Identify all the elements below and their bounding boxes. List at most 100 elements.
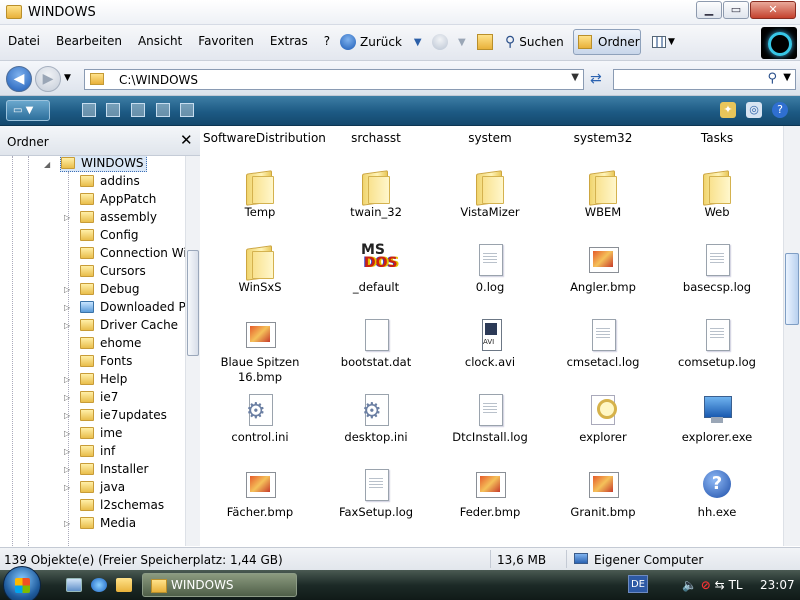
forward-dropdown-icon[interactable]: ▼ — [458, 37, 466, 48]
file-item-label[interactable]: SoftwareDistribution — [203, 131, 326, 145]
expand-arrow-icon[interactable]: ▷ — [64, 447, 70, 456]
file-item[interactable]: WBEM — [546, 168, 660, 243]
network-icon[interactable]: ⇆ — [715, 578, 725, 592]
expand-arrow-icon[interactable]: ▷ — [64, 375, 70, 384]
menu-bearbeiten[interactable]: Bearbeiten — [48, 34, 130, 48]
tree-item[interactable]: Cursors — [80, 262, 146, 280]
expand-arrow-icon[interactable]: ▷ — [64, 411, 70, 420]
file-item-label[interactable]: system — [433, 131, 547, 145]
search-input[interactable]: ⚲ ▼ — [613, 69, 796, 90]
back-button[interactable]: Zurück ▼ — [340, 29, 422, 55]
taskbar-window-button[interactable]: WINDOWS — [142, 573, 297, 597]
file-item[interactable]: 0.log — [433, 243, 547, 318]
file-item[interactable]: MS DOS _default — [319, 243, 433, 318]
nav-history-dropdown-icon[interactable]: ▼ — [64, 73, 71, 83]
file-item-label[interactable]: system32 — [546, 131, 660, 145]
volume-icon[interactable]: 🔈 — [682, 578, 697, 592]
internet-explorer-icon[interactable] — [91, 578, 107, 592]
folders-button[interactable]: Ordner — [573, 29, 641, 55]
file-item[interactable]: cmsetacl.log — [546, 318, 660, 393]
file-item[interactable]: Fächer.bmp — [203, 468, 317, 543]
scrollbar-thumb[interactable] — [187, 250, 199, 356]
clock[interactable]: 23:07 — [760, 578, 795, 592]
layout-view-button[interactable]: ▭ ▼ — [6, 100, 50, 121]
tree-item[interactable]: java — [80, 478, 125, 496]
file-item[interactable]: Blaue Spitzen 16.bmp — [203, 318, 317, 393]
tree-item[interactable]: addins — [80, 172, 140, 190]
expand-arrow-icon[interactable]: ▷ — [64, 465, 70, 474]
file-item[interactable]: hh.exe — [660, 468, 774, 543]
nav-back-button[interactable]: ◀ — [6, 66, 32, 92]
menu-datei[interactable]: Datei — [0, 34, 48, 48]
file-item[interactable]: Temp — [203, 168, 317, 243]
views-button[interactable]: ▼ — [652, 29, 675, 55]
file-item-label[interactable]: srchasst — [319, 131, 433, 145]
folder-pane-scrollbar[interactable] — [185, 156, 200, 546]
file-item-label[interactable]: Tasks — [660, 131, 774, 145]
search-icon[interactable]: ⚲ — [767, 71, 777, 86]
menu-ansicht[interactable]: Ansicht — [130, 34, 190, 48]
file-item[interactable]: VistaMizer — [433, 168, 547, 243]
properties-icon[interactable]: ◎ — [746, 102, 762, 118]
expand-arrow-icon[interactable]: ▷ — [64, 429, 70, 438]
tree-item[interactable]: l2schemas — [80, 496, 164, 514]
back-dropdown-icon[interactable]: ▼ — [414, 37, 422, 48]
tree-item[interactable]: Downloaded Pro — [80, 298, 185, 316]
explorer-quicklaunch-icon[interactable] — [116, 578, 132, 592]
minimize-button[interactable]: ▁ — [696, 1, 722, 19]
expand-arrow-icon[interactable]: ▷ — [64, 483, 70, 492]
address-field[interactable]: C:\WINDOWS ▼ — [84, 69, 584, 90]
show-desktop-icon[interactable] — [66, 578, 82, 592]
tree-item-windows[interactable]: WINDOWS — [60, 156, 147, 172]
collapse-arrow-icon[interactable]: ◢ — [44, 160, 50, 169]
file-item[interactable]: explorer.exe — [660, 393, 774, 468]
up-folder-button[interactable] — [477, 29, 493, 55]
tree-item[interactable]: ie7 — [80, 388, 118, 406]
list-view-icon[interactable] — [156, 103, 170, 117]
file-item[interactable]: desktop.ini — [319, 393, 433, 468]
file-item[interactable]: DtcInstall.log — [433, 393, 547, 468]
file-item[interactable]: FaxSetup.log — [319, 468, 433, 543]
tree-item[interactable]: Installer — [80, 460, 148, 478]
tree-item[interactable]: AppPatch — [80, 190, 156, 208]
tree-item[interactable]: Fonts — [80, 352, 132, 370]
file-item[interactable]: WinSxS — [203, 243, 317, 318]
search-dropdown-icon[interactable]: ▼ — [783, 72, 791, 83]
tree-item[interactable]: ime — [80, 424, 122, 442]
antivirus-icon[interactable]: ⊘ — [701, 578, 711, 592]
scrollbar-thumb[interactable] — [785, 253, 799, 325]
new-folder-icon[interactable]: ✦ — [720, 102, 736, 118]
nav-forward-button[interactable]: ▶ — [35, 66, 61, 92]
expand-arrow-icon[interactable]: ▷ — [64, 519, 70, 528]
file-item[interactable]: explorer — [546, 393, 660, 468]
search-button[interactable]: ⚲ Suchen — [505, 29, 564, 55]
file-item[interactable]: Feder.bmp — [433, 468, 547, 543]
file-item[interactable]: bootstat.dat — [319, 318, 433, 393]
file-item[interactable]: twain_32 — [319, 168, 433, 243]
expand-arrow-icon[interactable]: ▷ — [64, 285, 70, 294]
tree-item[interactable]: Debug — [80, 280, 139, 298]
file-item[interactable]: Web — [660, 168, 774, 243]
language-indicator[interactable]: DE — [628, 575, 648, 593]
file-item[interactable]: comsetup.log — [660, 318, 774, 393]
large-icons-view-icon[interactable] — [82, 103, 96, 117]
tree-item[interactable]: Driver Cache — [80, 316, 178, 334]
expand-arrow-icon[interactable]: ▷ — [64, 393, 70, 402]
forward-button[interactable]: ▼ — [432, 29, 466, 55]
file-item[interactable]: control.ini — [203, 393, 317, 468]
tree-item[interactable]: assembly — [80, 208, 157, 226]
tiles-view-icon[interactable] — [131, 103, 145, 117]
tree-item[interactable]: Help — [80, 370, 127, 388]
start-button[interactable] — [3, 566, 41, 600]
expand-arrow-icon[interactable]: ▷ — [64, 303, 70, 312]
tree-item[interactable]: Connection Wiz — [80, 244, 185, 262]
file-item[interactable]: basecsp.log — [660, 243, 774, 318]
menu-help[interactable]: ? — [316, 34, 338, 48]
file-item[interactable]: Angler.bmp — [546, 243, 660, 318]
help-icon[interactable]: ? — [772, 102, 788, 118]
close-button[interactable]: ✕ — [750, 1, 796, 19]
tree-item[interactable]: ehome — [80, 334, 141, 352]
tree-item[interactable]: inf — [80, 442, 115, 460]
copy-icon[interactable] — [180, 103, 194, 117]
menu-favoriten[interactable]: Favoriten — [190, 34, 262, 48]
